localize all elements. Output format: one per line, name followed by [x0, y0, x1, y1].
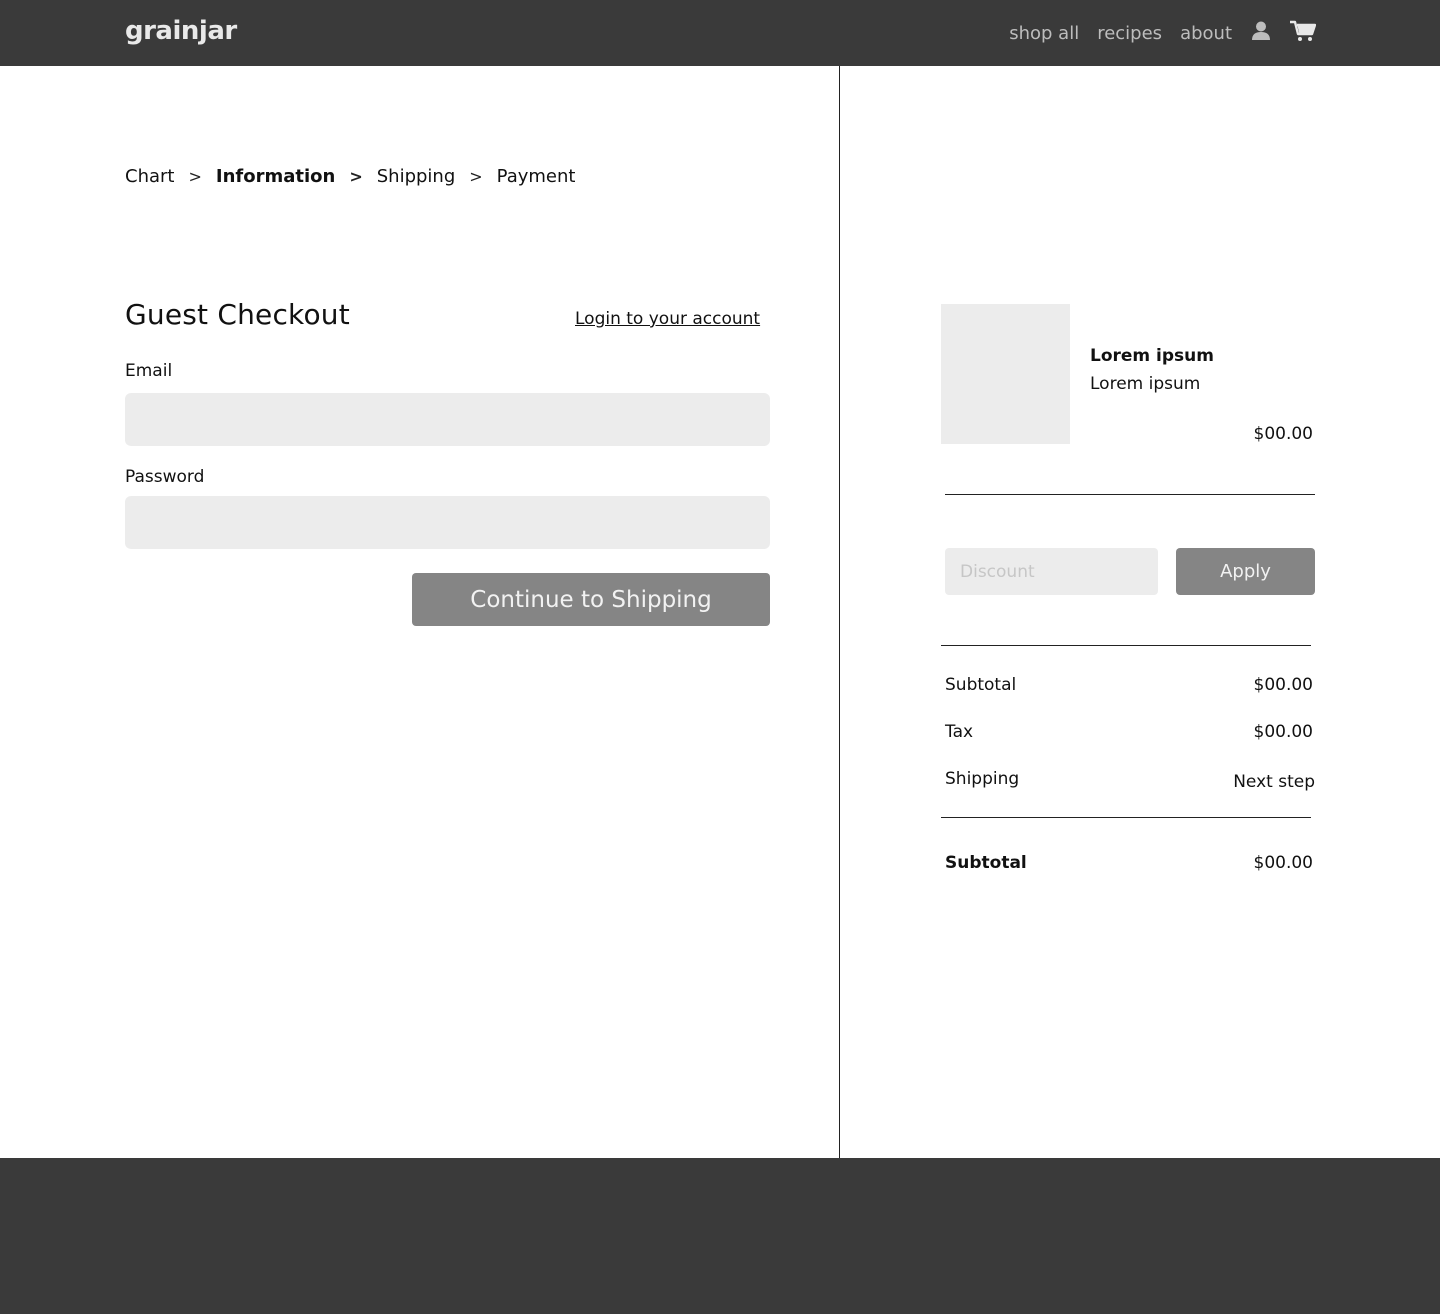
password-label: Password: [125, 467, 205, 487]
product-price: $00.00: [1253, 424, 1313, 444]
chevron-right-icon: >: [188, 167, 202, 186]
summary-value: $00.00: [1253, 675, 1313, 695]
email-label: Email: [125, 361, 173, 381]
password-field[interactable]: [125, 496, 770, 549]
product-image: [941, 304, 1070, 444]
summary-row-total: Subtotal $00.00: [945, 853, 1315, 873]
summary-label: Subtotal: [945, 675, 1017, 695]
total-value: $00.00: [1253, 853, 1313, 873]
brand-logo[interactable]: grainjar: [125, 16, 237, 46]
column-divider: [839, 66, 840, 1158]
nav-recipes-link[interactable]: recipes: [1097, 23, 1162, 44]
login-link[interactable]: Login to your account: [575, 309, 760, 329]
summary-row-subtotal: Subtotal $00.00: [945, 675, 1315, 695]
product-name: Lorem ipsum: [1090, 346, 1214, 366]
breadcrumb-chart[interactable]: Chart: [125, 166, 174, 187]
product-variant: Lorem ipsum: [1090, 374, 1201, 394]
nav-shop-all-link[interactable]: shop all: [1009, 23, 1079, 44]
apply-discount-button[interactable]: Apply: [1176, 548, 1315, 595]
chevron-right-icon: >: [349, 167, 363, 186]
breadcrumb-information[interactable]: Information: [216, 166, 335, 187]
top-navbar: grainjar shop all recipes about: [0, 0, 1440, 66]
divider: [945, 494, 1315, 495]
total-label: Subtotal: [945, 853, 1027, 873]
user-icon[interactable]: [1252, 21, 1270, 45]
summary-label: Shipping: [945, 769, 1020, 789]
email-field[interactable]: [125, 393, 770, 446]
breadcrumb-payment[interactable]: Payment: [497, 166, 576, 187]
discount-input[interactable]: [945, 548, 1158, 595]
nav-about-link[interactable]: about: [1180, 23, 1232, 44]
divider: [941, 645, 1311, 646]
page-footer: [0, 1158, 1440, 1314]
divider: [941, 817, 1311, 818]
cart-icon[interactable]: [1290, 20, 1317, 46]
summary-row-tax: Tax $00.00: [945, 722, 1315, 742]
summary-row-shipping: Shipping Next step: [945, 769, 1315, 792]
breadcrumb: Chart > Information > Shipping > Payment: [125, 166, 575, 187]
summary-value: $00.00: [1253, 722, 1313, 742]
summary-label: Tax: [945, 722, 974, 742]
page-title: Guest Checkout: [125, 298, 350, 331]
breadcrumb-shipping[interactable]: Shipping: [377, 166, 456, 187]
continue-to-shipping-button[interactable]: Continue to Shipping: [412, 573, 770, 626]
chevron-right-icon: >: [469, 167, 483, 186]
summary-value: Next step: [1233, 772, 1315, 792]
nav-links: shop all recipes about: [991, 20, 1317, 46]
